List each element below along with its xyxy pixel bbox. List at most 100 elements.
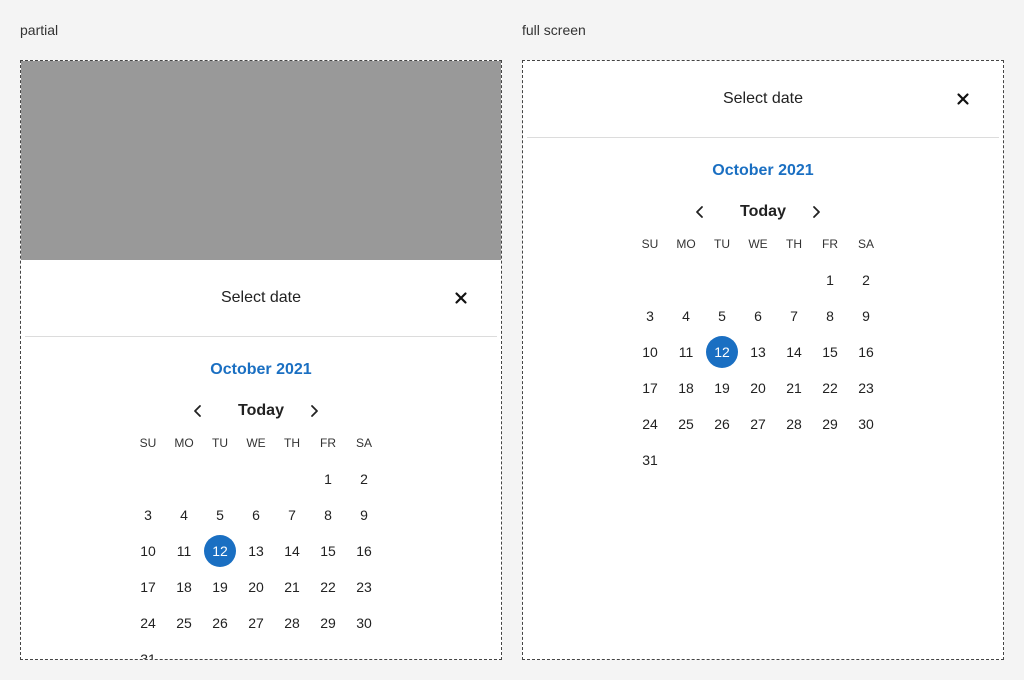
day-number: 24: [642, 416, 658, 432]
day-cell[interactable]: 30: [346, 605, 382, 641]
day-cell[interactable]: 2: [346, 461, 382, 497]
day-cell[interactable]: 30: [848, 406, 884, 442]
day-cell[interactable]: 23: [346, 569, 382, 605]
day-cell[interactable]: 3: [130, 497, 166, 533]
day-cell[interactable]: 13: [238, 533, 274, 569]
week-row: 31: [632, 442, 884, 478]
day-cell[interactable]: 15: [812, 334, 848, 370]
empty-day-cell: [274, 461, 310, 497]
day-cell[interactable]: 2: [848, 262, 884, 298]
day-cell-selected[interactable]: 12: [704, 334, 740, 370]
day-number: 13: [248, 543, 264, 559]
day-cell[interactable]: 22: [812, 370, 848, 406]
day-cell[interactable]: 9: [848, 298, 884, 334]
day-cell[interactable]: 6: [238, 497, 274, 533]
day-cell[interactable]: 7: [274, 497, 310, 533]
day-cell[interactable]: 8: [812, 298, 848, 334]
day-number: 20: [750, 380, 766, 396]
day-cell[interactable]: 14: [776, 334, 812, 370]
today-button[interactable]: Today: [21, 401, 501, 421]
day-cell[interactable]: 6: [740, 298, 776, 334]
day-cell[interactable]: 4: [668, 298, 704, 334]
day-number: 24: [140, 615, 156, 631]
empty-day-cell: [812, 442, 848, 478]
day-cell[interactable]: 1: [310, 461, 346, 497]
next-month-button[interactable]: [307, 404, 321, 418]
day-cell[interactable]: 20: [740, 370, 776, 406]
day-cell[interactable]: 21: [274, 569, 310, 605]
day-cell[interactable]: 13: [740, 334, 776, 370]
today-button[interactable]: Today: [523, 202, 1003, 222]
close-button[interactable]: [955, 91, 971, 107]
day-number: 27: [750, 416, 766, 432]
day-cell[interactable]: 31: [130, 641, 166, 659]
day-cell[interactable]: 28: [274, 605, 310, 641]
day-cell[interactable]: 3: [632, 298, 668, 334]
sheet-title: Select date: [220, 289, 302, 306]
close-icon: [957, 93, 969, 105]
day-number: 12: [714, 344, 730, 360]
day-cell[interactable]: 26: [704, 406, 740, 442]
day-cell[interactable]: 27: [740, 406, 776, 442]
day-cell[interactable]: 7: [776, 298, 812, 334]
day-number: 3: [144, 507, 152, 523]
day-number: 17: [642, 380, 658, 396]
day-cell[interactable]: 29: [310, 605, 346, 641]
day-cell[interactable]: 24: [130, 605, 166, 641]
day-cell[interactable]: 25: [166, 605, 202, 641]
weekday-label: MO: [174, 436, 194, 450]
day-cell[interactable]: 4: [166, 497, 202, 533]
day-cell[interactable]: 25: [668, 406, 704, 442]
day-number: 26: [714, 416, 730, 432]
day-cell-selected[interactable]: 12: [202, 533, 238, 569]
day-cell[interactable]: 1: [812, 262, 848, 298]
weekday-label: TU: [714, 237, 730, 251]
day-cell[interactable]: 16: [346, 533, 382, 569]
day-cell[interactable]: 18: [668, 370, 704, 406]
calendar-weeks: 1 2 3 4 5 6 7 8 9 10 11 12 13 14 15 16 17 18 19 20 21 22 23 24 2…: [632, 262, 884, 478]
day-cell[interactable]: 11: [668, 334, 704, 370]
empty-day-cell: [776, 442, 812, 478]
day-cell[interactable]: 20: [238, 569, 274, 605]
weekday-label: TH: [786, 237, 802, 251]
day-cell[interactable]: 17: [130, 569, 166, 605]
day-cell[interactable]: 19: [704, 370, 740, 406]
weekday-label: SA: [355, 436, 372, 450]
day-cell[interactable]: 27: [238, 605, 274, 641]
day-cell[interactable]: 28: [776, 406, 812, 442]
day-cell[interactable]: 31: [632, 442, 668, 478]
day-cell[interactable]: 15: [310, 533, 346, 569]
day-cell[interactable]: 8: [310, 497, 346, 533]
day-number: 29: [822, 416, 838, 432]
next-month-button[interactable]: [809, 205, 823, 219]
day-cell[interactable]: 21: [776, 370, 812, 406]
day-cell[interactable]: 14: [274, 533, 310, 569]
day-cell[interactable]: 9: [346, 497, 382, 533]
day-cell[interactable]: 10: [130, 533, 166, 569]
day-number: 22: [822, 380, 838, 396]
close-button[interactable]: [453, 290, 469, 306]
day-cell[interactable]: 5: [202, 497, 238, 533]
day-cell[interactable]: 29: [812, 406, 848, 442]
day-cell[interactable]: 11: [166, 533, 202, 569]
day-cell[interactable]: 5: [704, 298, 740, 334]
day-cell[interactable]: 18: [166, 569, 202, 605]
sheet-title: Select date: [722, 90, 804, 107]
weekday-label: SU: [139, 436, 157, 450]
scrim-overlay[interactable]: [21, 61, 501, 260]
day-cell[interactable]: 16: [848, 334, 884, 370]
day-cell[interactable]: 10: [632, 334, 668, 370]
close-icon: [455, 292, 467, 304]
day-cell[interactable]: 22: [310, 569, 346, 605]
day-cell[interactable]: 23: [848, 370, 884, 406]
day-number: 29: [320, 615, 336, 631]
week-row: 3 4 5 6 7 8 9: [632, 298, 884, 334]
day-cell[interactable]: 17: [632, 370, 668, 406]
day-number: 9: [360, 507, 368, 523]
day-cell[interactable]: 24: [632, 406, 668, 442]
day-cell[interactable]: 19: [202, 569, 238, 605]
day-cell[interactable]: 26: [202, 605, 238, 641]
weekday-label: WE: [748, 237, 768, 251]
empty-day-cell: [238, 641, 274, 659]
day-number: 20: [248, 579, 264, 595]
